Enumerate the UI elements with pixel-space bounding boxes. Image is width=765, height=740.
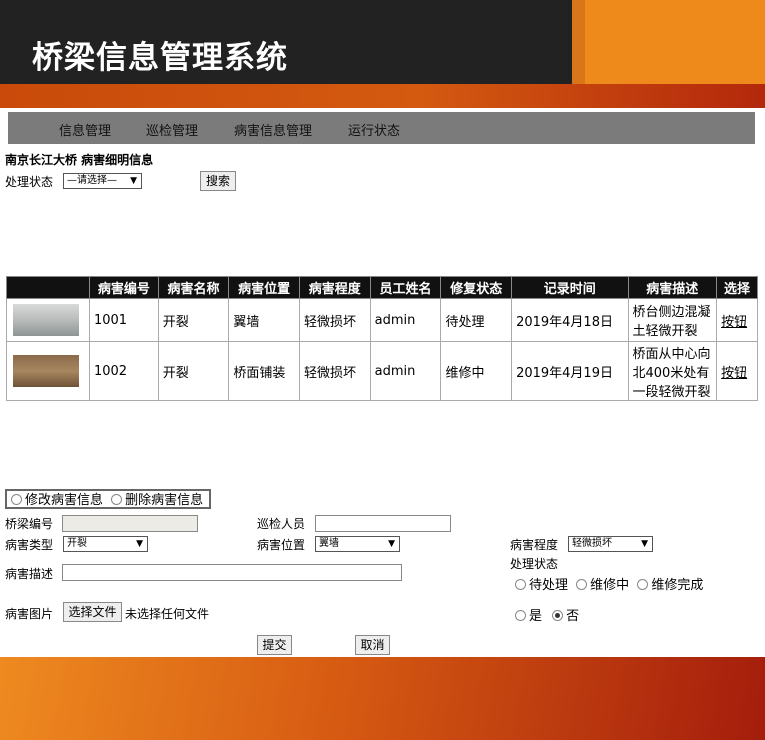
cell-id: 1002	[88, 341, 159, 401]
yes-no-group: 是 否	[515, 605, 579, 624]
no-label: 否	[566, 609, 580, 624]
cell-desc: 桥面从中心向北400米处有一段轻微开裂	[627, 341, 718, 401]
location-label: 病害位置	[257, 538, 306, 552]
no-radio[interactable]	[552, 610, 564, 621]
type-label: 病害类型	[5, 538, 54, 552]
submit-button[interactable]: 提交	[257, 635, 292, 655]
bridge-no-label: 桥梁编号	[5, 517, 54, 531]
desc-field[interactable]	[62, 564, 402, 581]
col-header-time: 记录时间	[511, 276, 629, 299]
cell-severity: 轻微损坏	[299, 298, 371, 342]
desc-label: 病害描述	[5, 567, 54, 581]
cell-status: 待处理	[440, 298, 513, 342]
cell-severity: 轻微损坏	[299, 341, 371, 401]
process-status-group: 待处理 维修中 维修完成	[515, 574, 703, 593]
cell-time: 2019年4月18日	[511, 298, 629, 342]
col-header-desc: 病害描述	[627, 276, 718, 299]
row-action-link[interactable]: 按钮	[721, 315, 747, 330]
status-option-pending: 待处理	[529, 578, 569, 593]
filter-status-value: —请选择—	[67, 175, 117, 186]
table-row: 1001 开裂 翼墙 轻微损坏 admin 待处理 2019年4月18日 桥台侧…	[6, 298, 758, 342]
nav-item-inspection[interactable]: 巡检管理	[146, 120, 198, 139]
search-button[interactable]: 搜索	[200, 171, 236, 191]
col-header-location: 病害位置	[228, 276, 300, 299]
nav-item-status[interactable]: 运行状态	[348, 120, 400, 139]
damage-photo-thumbnail	[13, 355, 79, 387]
location-select[interactable]: 翼墙 ▼	[315, 536, 400, 552]
inspector-label: 巡检人员	[257, 517, 306, 531]
severity-select-value: 轻微损坏	[572, 538, 612, 549]
col-header-id: 病害编号	[88, 276, 159, 299]
chevron-down-icon: ▼	[641, 539, 648, 549]
chevron-down-icon: ▼	[130, 176, 137, 186]
severity-label: 病害程度	[510, 538, 559, 552]
nav-bar: 信息管理 巡检管理 病害信息管理 运行状态	[8, 112, 755, 144]
col-header-status: 修复状态	[440, 276, 513, 299]
header-band	[0, 84, 765, 108]
choose-file-button[interactable]: 选择文件	[63, 602, 122, 622]
row-thumbnail-cell	[6, 298, 90, 342]
col-header-name: 病害名称	[157, 276, 230, 299]
process-status-label: 处理状态	[510, 557, 559, 571]
delete-label: 删除病害信息	[125, 493, 204, 508]
nav-item-info[interactable]: 信息管理	[59, 120, 111, 139]
cell-id: 1001	[88, 298, 159, 342]
inspector-field[interactable]	[315, 515, 451, 532]
table-header-row: 病害编号 病害名称 病害位置 病害程度 员工姓名 修复状态 记录时间 病害描述 …	[6, 276, 758, 299]
row-action-link[interactable]: 按钮	[721, 366, 747, 381]
cell-action: 按钮	[716, 298, 758, 342]
delete-radio[interactable]	[111, 494, 123, 505]
header-banner: 桥梁信息管理系统	[0, 0, 765, 108]
header-divider	[572, 0, 585, 84]
bridge-no-field[interactable]	[62, 515, 198, 532]
col-header-staff: 员工姓名	[369, 276, 442, 299]
mode-radio-group: 修改病害信息 删除病害信息	[5, 489, 211, 509]
cell-action: 按钮	[716, 341, 758, 401]
yes-radio[interactable]	[515, 610, 526, 621]
yes-label: 是	[529, 609, 543, 624]
status-radio-done[interactable]	[637, 579, 649, 590]
cell-location: 翼墙	[228, 298, 300, 342]
cell-name: 开裂	[157, 341, 230, 401]
location-select-value: 翼墙	[319, 538, 339, 549]
severity-select[interactable]: 轻微损坏 ▼	[568, 536, 653, 552]
modify-label: 修改病害信息	[25, 493, 104, 508]
cell-status: 维修中	[440, 341, 513, 401]
filter-status-select[interactable]: —请选择— ▼	[63, 173, 142, 189]
col-header-severity: 病害程度	[299, 276, 371, 299]
no-file-text: 未选择任何文件	[125, 607, 210, 621]
damage-photo-thumbnail	[13, 304, 79, 336]
chevron-down-icon: ▼	[136, 539, 143, 549]
cell-time: 2019年4月19日	[511, 341, 629, 401]
filter-status-label: 处理状态	[5, 175, 54, 189]
cell-location: 桥面铺装	[228, 341, 300, 401]
type-select-value: 开裂	[67, 538, 87, 549]
header-orange-panel	[585, 0, 765, 84]
cell-desc: 桥台侧边混凝土轻微开裂	[627, 298, 718, 342]
image-label: 病害图片	[5, 607, 54, 621]
cell-staff: admin	[369, 341, 442, 401]
app-title: 桥梁信息管理系统	[32, 40, 288, 76]
table-row: 1002 开裂 桥面铺装 轻微损坏 admin 维修中 2019年4月19日 桥…	[6, 341, 758, 401]
status-radio-pending[interactable]	[515, 579, 526, 590]
cell-name: 开裂	[157, 298, 230, 342]
col-header-image	[6, 276, 90, 299]
modify-radio[interactable]	[11, 494, 22, 505]
col-header-select: 选择	[716, 276, 758, 299]
nav-item-damage[interactable]: 病害信息管理	[234, 120, 312, 139]
damage-table: 病害编号 病害名称 病害位置 病害程度 员工姓名 修复状态 记录时间 病害描述 …	[6, 276, 758, 401]
row-thumbnail-cell	[6, 341, 90, 401]
cancel-button[interactable]: 取消	[355, 635, 390, 655]
type-select[interactable]: 开裂 ▼	[63, 536, 148, 552]
page-title: 南京长江大桥 病害细明信息	[5, 153, 154, 167]
cell-staff: admin	[369, 298, 442, 342]
footer-banner	[0, 657, 765, 740]
chevron-down-icon: ▼	[388, 539, 395, 549]
status-option-repairing: 维修中	[590, 578, 630, 593]
status-radio-repairing[interactable]	[576, 579, 588, 590]
status-option-done: 维修完成	[651, 578, 704, 593]
